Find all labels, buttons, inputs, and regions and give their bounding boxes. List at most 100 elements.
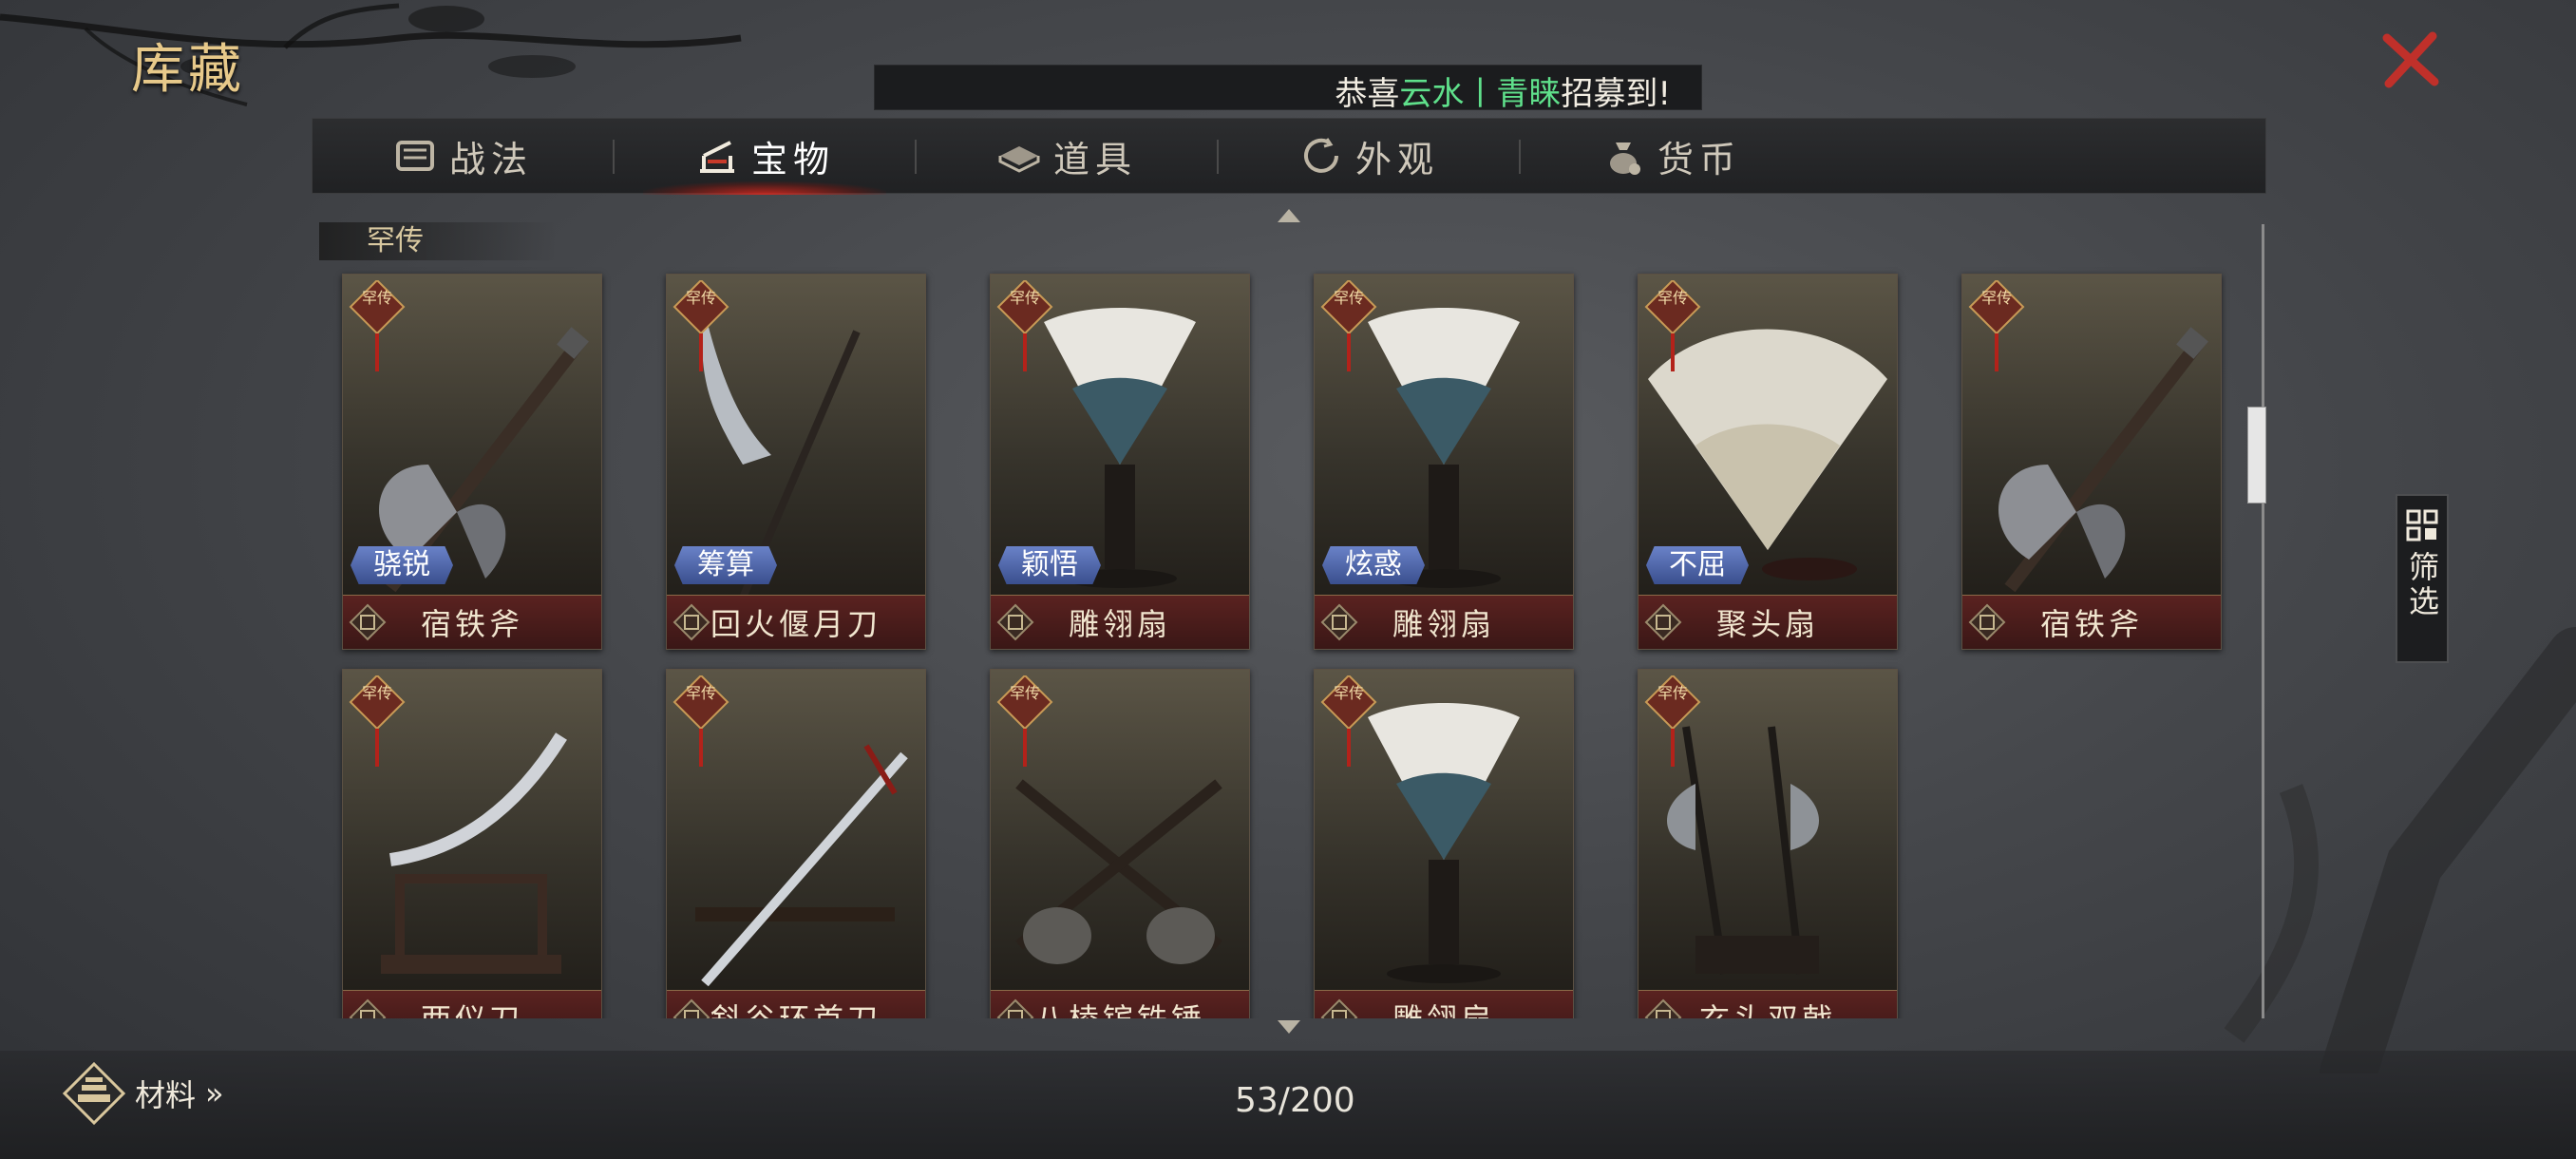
treasure-name: 雕翎扇 <box>1068 606 1171 642</box>
tab-label: 宝物 <box>750 138 835 180</box>
rank-diamond-icon <box>1644 603 1682 641</box>
money-bag-icon <box>1609 142 1640 175</box>
rarity-tag-text: 罕传 <box>362 289 392 307</box>
rarity-tag-text: 罕传 <box>362 684 392 702</box>
tab-label: 道具 <box>1052 138 1137 180</box>
scrollbar-track[interactable] <box>2262 224 2264 1018</box>
treasure-card[interactable]: 罕传颖悟雕翎扇 <box>990 274 1250 650</box>
rarity-tag-icon: 罕传 <box>1968 280 2025 371</box>
treasure-name-bar: 雕翎扇 <box>1315 990 1573 1018</box>
grid-icon <box>2406 509 2438 542</box>
tab-label: 外观 <box>1354 138 1439 180</box>
rarity-tag-icon: 罕传 <box>996 280 1053 371</box>
treasure-card[interactable]: 罕传两仪刀 <box>342 669 602 1018</box>
treasure-name: 回火偃月刀 <box>710 606 881 642</box>
treasure-card[interactable]: 罕传八棱镔铁锤 <box>990 669 1250 1018</box>
treasure-name: 聚头扇 <box>1715 606 1819 642</box>
rarity-tag-icon: 罕传 <box>1644 280 1701 371</box>
ticker-message: 恭喜云水丨青睐招募到! <box>1335 67 1671 110</box>
treasure-card[interactable]: 罕传炫惑雕翎扇 <box>1314 274 1574 650</box>
skill-badge: 骁锐 <box>350 546 453 584</box>
rarity-tag-icon: 罕传 <box>1320 675 1377 767</box>
rank-diamond-icon <box>1320 603 1358 641</box>
treasure-name-bar: 玄头双戟 <box>1638 990 1897 1018</box>
treasure-name-bar: 宿铁斧 <box>343 595 601 649</box>
treasure-name-bar: 宿铁斧 <box>1962 595 2221 649</box>
rarity-tag-icon: 罕传 <box>349 280 406 371</box>
skill-badge: 筹算 <box>674 546 777 584</box>
rarity-tag-icon: 罕传 <box>1644 675 1701 767</box>
ticker-player-name: 云水 <box>1399 75 1465 110</box>
treasure-name: 宿铁斧 <box>2039 606 2143 642</box>
rank-diamond-icon <box>349 603 387 641</box>
rarity-tag-text: 罕传 <box>1334 289 1364 307</box>
treasure-name: 八棱镔铁锤 <box>1034 996 1205 1018</box>
rank-diamond-icon <box>996 603 1034 641</box>
rarity-tag-icon: 罕传 <box>672 280 729 371</box>
treasure-card[interactable]: 罕传玄头双戟 <box>1638 669 1898 1018</box>
section-label: 罕传 <box>319 222 557 260</box>
rank-diamond-icon <box>996 998 1034 1018</box>
ticker-prefix: 恭喜 <box>1335 75 1400 110</box>
rarity-tag-text: 罕传 <box>1981 289 2012 307</box>
rank-diamond-icon <box>672 603 710 641</box>
tab-tactics[interactable]: 战法 <box>313 119 613 193</box>
tab-label: 战法 <box>448 138 533 180</box>
rarity-tag-text: 罕传 <box>1010 684 1040 702</box>
tab-items[interactable]: 道具 <box>917 119 1217 193</box>
rank-diamond-icon <box>1320 998 1358 1018</box>
skill-badge: 颖悟 <box>998 546 1101 584</box>
tab-treasures[interactable]: 宝物 <box>615 119 915 195</box>
tab-appearance[interactable]: 外观 <box>1219 119 1519 193</box>
scrollbar-thumb[interactable] <box>2247 407 2266 504</box>
treasure-name-bar: 聚头扇 <box>1638 595 1897 649</box>
rarity-tag-icon: 罕传 <box>672 675 729 767</box>
treasure-card[interactable]: 罕传雕翎扇 <box>1314 669 1574 1018</box>
rarity-tag-icon: 罕传 <box>349 675 406 767</box>
rarity-tag-icon: 罕传 <box>996 675 1053 767</box>
swirl-icon <box>1304 138 1338 173</box>
treasure-card[interactable]: 罕传筹算回火偃月刀 <box>666 274 926 650</box>
rarity-tag-text: 罕传 <box>686 289 716 307</box>
materials-button[interactable]: 材料 » <box>63 1062 224 1125</box>
treasure-card[interactable]: 罕传宿铁斧 <box>1961 274 2222 650</box>
treasure-name: 两仪刀 <box>421 996 523 1018</box>
treasure-name: 宿铁斧 <box>420 606 523 642</box>
treasure-grid: 罕传 罕传 骁锐 宿铁斧 罕传 筹算 回火偃月刀 罕传 颖悟 雕翎扇 罕传 炫惑 雕翎扇 罕传 不屈 聚头扇… <box>319 220 2257 1018</box>
materials-label: 材料 <box>135 1077 197 1113</box>
treasure-card[interactable]: 罕传 不屈 聚头扇 <box>1638 274 1898 650</box>
rank-diamond-icon <box>1968 603 2006 641</box>
rarity-tag-text: 罕传 <box>1657 684 1688 702</box>
rarity-tag-text: 罕传 <box>1334 684 1364 702</box>
rank-diamond-icon <box>672 998 710 1018</box>
treasure-card[interactable]: 罕传骁锐宿铁斧 <box>342 274 602 650</box>
treasure-name-bar: 斜谷环首刀 <box>667 990 925 1018</box>
double-chevron-right-icon: » <box>205 1075 224 1112</box>
rarity-tag-icon: 罕传 <box>1320 280 1377 371</box>
rank-diamond-icon <box>1644 998 1682 1018</box>
skill-badge: 炫惑 <box>1322 546 1425 584</box>
treasure-name-bar: 两仪刀 <box>343 990 601 1018</box>
rank-diamond-icon <box>349 998 387 1018</box>
page-title: 库藏 <box>131 39 245 101</box>
treasure-name: 玄头双戟 <box>1699 996 1836 1018</box>
announcement-ticker: 恭喜云水丨青睐招募到! <box>874 65 1702 110</box>
treasure-name: 雕翎扇 <box>1392 996 1495 1018</box>
scroll-down-arrow[interactable] <box>1278 1020 1300 1034</box>
ticker-hero-name: 青睐 <box>1496 75 1562 110</box>
close-icon[interactable] <box>2379 28 2442 91</box>
tablet-icon <box>998 146 1040 173</box>
filter-button[interactable]: 筛选 <box>2396 494 2449 663</box>
tab-currency[interactable]: 货币 <box>1521 119 1821 193</box>
materials-icon <box>63 1062 125 1125</box>
treasure-name: 斜谷环首刀 <box>710 996 881 1018</box>
rarity-tag-text: 罕传 <box>1657 289 1688 307</box>
rarity-tag-text: 罕传 <box>686 684 716 702</box>
ticker-separator: 丨 <box>1464 75 1497 110</box>
treasure-card[interactable]: 罕传斜谷环首刀 <box>666 669 926 1018</box>
filter-label: 筛选 <box>2404 551 2440 619</box>
category-tab-bar: 战法 宝物 道具 外观 货币 <box>312 118 2266 195</box>
scroll-icon <box>395 141 434 171</box>
treasure-name: 雕翎扇 <box>1392 606 1495 642</box>
rarity-tag-text: 罕传 <box>1010 289 1040 307</box>
